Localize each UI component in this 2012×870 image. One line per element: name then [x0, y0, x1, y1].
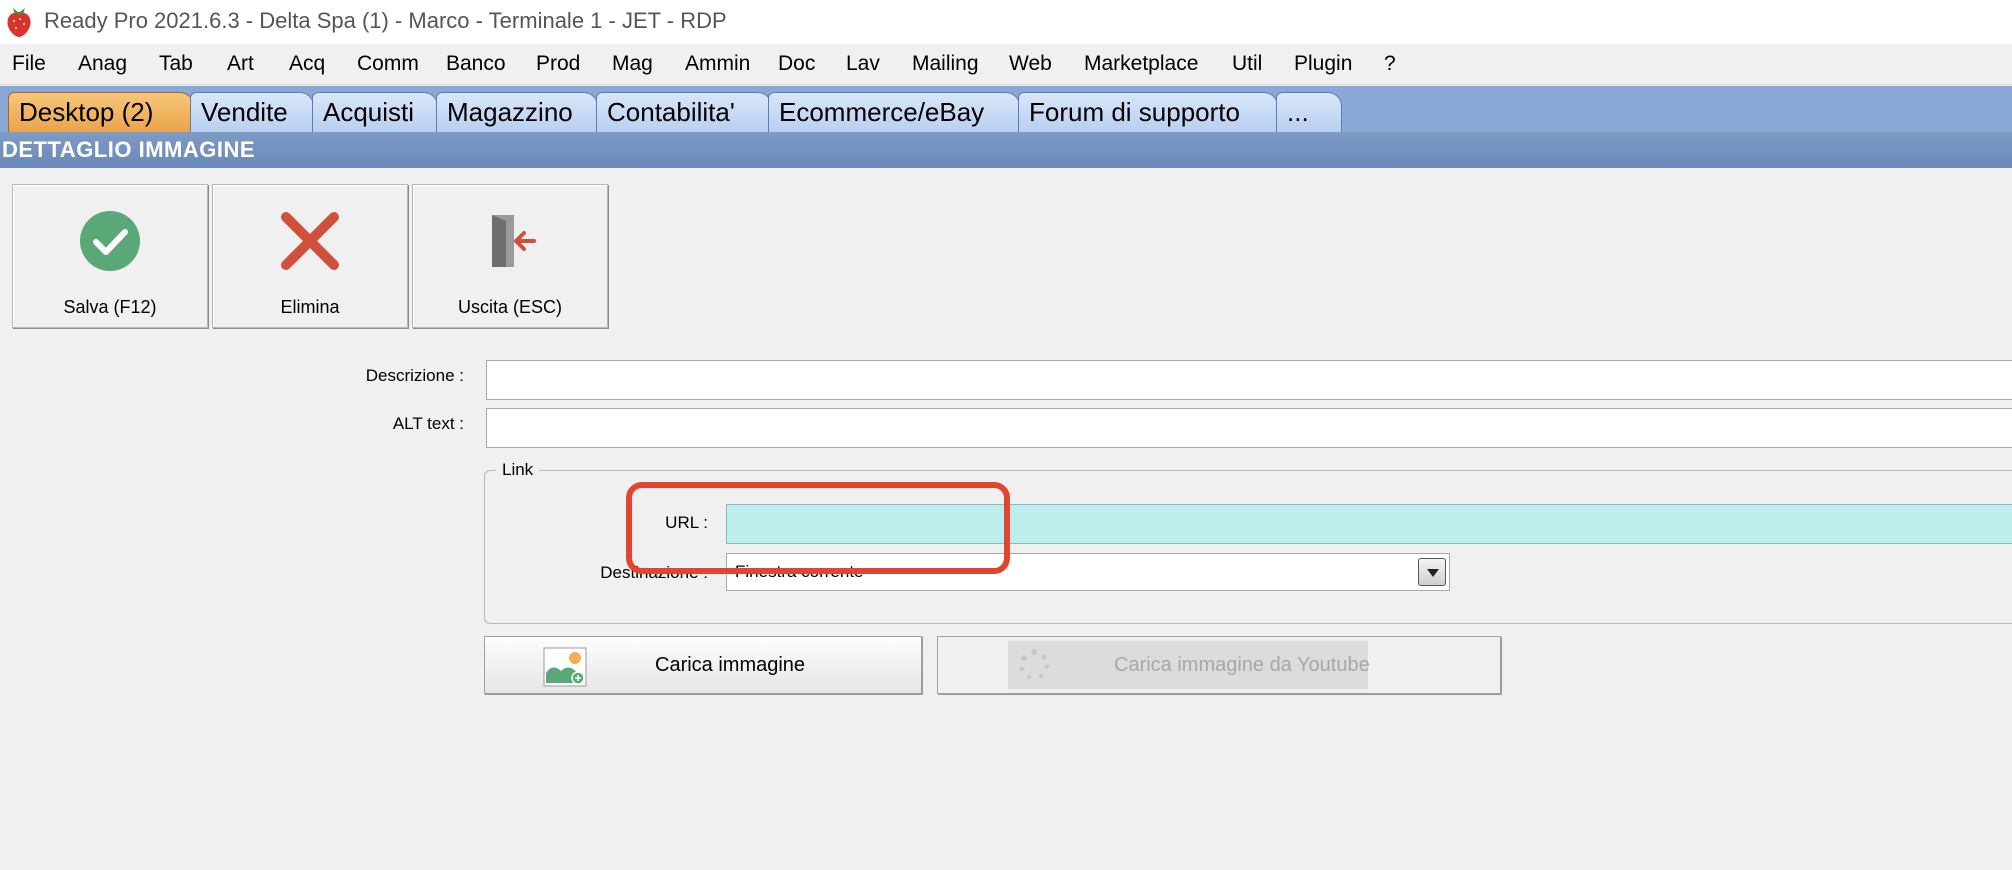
menu-art[interactable]: Art — [227, 52, 254, 76]
menu-tab[interactable]: Tab — [159, 52, 193, 76]
descrizione-field[interactable] — [486, 360, 2012, 400]
check-circle-icon — [80, 211, 140, 271]
image-upload-icon — [543, 647, 587, 687]
tab-vendite[interactable]: Vendite — [190, 92, 314, 132]
alt-text-label: ALT text : — [392, 414, 464, 433]
menu-mailing[interactable]: Mailing — [912, 52, 979, 76]
title-bar: Ready Pro 2021.6.3 - Delta Spa (1) - Mar… — [0, 0, 2012, 44]
upload-youtube-label: Carica immagine da Youtube — [1114, 654, 1370, 676]
strawberry-icon — [7, 8, 31, 37]
menu-acq[interactable]: Acq — [289, 52, 325, 76]
link-group-legend: Link — [496, 460, 540, 480]
destinazione-value: Finestra corrente — [735, 562, 864, 581]
tab-forum[interactable]: Forum di supporto — [1018, 92, 1278, 132]
exit-door-icon — [492, 215, 536, 267]
upload-image-label: Carica immagine — [655, 654, 806, 676]
tab-ecommerce[interactable]: Ecommerce/eBay — [768, 92, 1020, 132]
menu-comm[interactable]: Comm — [357, 52, 419, 76]
delete-button-label: Elimina — [280, 297, 340, 317]
youtube-spinner-icon — [1019, 649, 1050, 680]
menu-mag[interactable]: Mag — [612, 52, 653, 76]
url-label: URL : — [665, 513, 708, 532]
x-icon — [281, 212, 339, 270]
delete-button[interactable]: Elimina — [212, 184, 408, 328]
descrizione-label: Descrizione : — [365, 366, 464, 385]
exit-button[interactable]: Uscita (ESC) — [412, 184, 608, 328]
upload-image-button[interactable]: Carica immagine — [484, 636, 922, 694]
tab-magazzino[interactable]: Magazzino — [436, 92, 598, 132]
tab-contabilita[interactable]: Contabilita' — [596, 92, 772, 132]
menu-anag[interactable]: Anag — [78, 52, 127, 76]
tab-desktop[interactable]: Desktop (2) — [8, 92, 194, 132]
exit-button-label: Uscita (ESC) — [457, 297, 562, 317]
menu-bar: File Anag Tab Art Acq Comm Banco Prod Ma… — [0, 44, 2012, 85]
chevron-down-icon[interactable] — [1418, 558, 1446, 586]
tab-strip: Desktop (2) Vendite Acquisti Magazzino C… — [0, 86, 2012, 132]
save-button-label: Salva (F12) — [63, 297, 157, 317]
menu-help[interactable]: ? — [1384, 52, 1396, 76]
save-button[interactable]: Salva (F12) — [12, 184, 208, 328]
tab-more[interactable]: ... — [1276, 92, 1342, 132]
link-group — [484, 470, 2012, 624]
destinazione-select[interactable]: Finestra corrente — [726, 553, 1450, 591]
menu-banco[interactable]: Banco — [446, 52, 506, 76]
url-field[interactable] — [726, 504, 2012, 544]
menu-web[interactable]: Web — [1009, 52, 1052, 76]
window-title: Ready Pro 2021.6.3 - Delta Spa (1) - Mar… — [44, 8, 727, 33]
menu-marketplace[interactable]: Marketplace — [1084, 52, 1198, 76]
menu-plugin[interactable]: Plugin — [1294, 52, 1352, 76]
destinazione-label: Destinazione : — [600, 563, 708, 582]
menu-util[interactable]: Util — [1232, 52, 1262, 76]
menu-file[interactable]: File — [12, 52, 46, 76]
tab-acquisti[interactable]: Acquisti — [312, 92, 438, 132]
menu-ammin[interactable]: Ammin — [685, 52, 750, 76]
menu-doc[interactable]: Doc — [778, 52, 815, 76]
menu-lav[interactable]: Lav — [846, 52, 880, 76]
upload-youtube-button[interactable]: Carica immagine da Youtube — [937, 636, 1501, 694]
menu-prod[interactable]: Prod — [536, 52, 580, 76]
section-title: DETTAGLIO IMMAGINE — [0, 132, 2012, 168]
alt-text-field[interactable] — [486, 408, 2012, 448]
